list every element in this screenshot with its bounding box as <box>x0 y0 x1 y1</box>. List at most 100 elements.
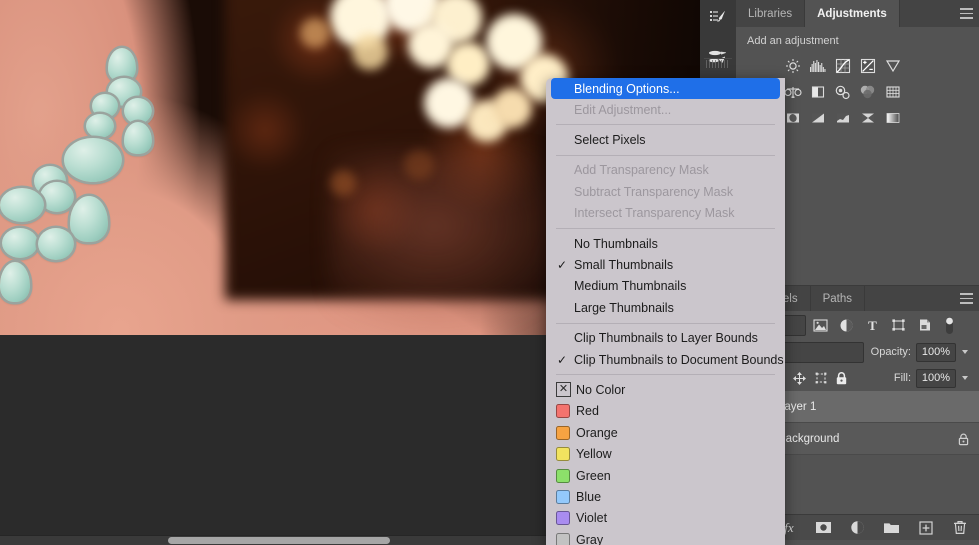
menu-item-small-thumbnails[interactable]: ✓ Small Thumbnails <box>546 254 785 275</box>
brightness-contrast-icon[interactable] <box>780 54 805 78</box>
channel-mixer-icon[interactable] <box>855 80 880 104</box>
menu-separator <box>556 154 775 156</box>
menu-item-color-yellow[interactable]: Yellow <box>546 443 785 464</box>
menu-item-color-violet[interactable]: Violet <box>546 508 785 529</box>
necklace-gem <box>70 196 108 242</box>
adjustment-icon-row-1[interactable] <box>736 53 979 79</box>
menu-item-medium-thumbnails[interactable]: Medium Thumbnails <box>546 276 785 297</box>
menu-item-color-red[interactable]: Red <box>546 401 785 422</box>
filter-toggle-icon[interactable] <box>941 316 957 335</box>
color-swatch-violet <box>556 511 570 526</box>
bokeh-light <box>300 18 330 48</box>
menu-item-label: Blue <box>576 489 602 504</box>
bokeh-light <box>492 88 532 128</box>
lock-icon <box>957 432 971 446</box>
menu-item-no-thumbnails[interactable]: No Thumbnails <box>546 233 785 254</box>
menu-separator <box>556 124 775 126</box>
lock-position-icon[interactable] <box>789 368 810 389</box>
adjustments-tabbar[interactable]: Libraries Adjustments <box>736 0 979 27</box>
delete-layer-icon[interactable] <box>950 518 970 538</box>
menu-item-label: Green <box>576 468 611 483</box>
opacity-value[interactable]: 100% <box>916 342 956 362</box>
menu-item-label: Clip Thumbnails to Document Bounds <box>574 352 784 367</box>
menu-item-label: Orange <box>576 425 618 440</box>
photo-filter-icon[interactable] <box>830 80 855 104</box>
menu-item-clip-thumbnails-layer-bounds[interactable]: Clip Thumbnails to Layer Bounds <box>546 328 785 349</box>
gradient-map-icon[interactable] <box>880 106 905 130</box>
necklace-gem <box>124 98 152 124</box>
layer-name: Background <box>778 432 840 445</box>
menu-item-color-orange[interactable]: Orange <box>546 422 785 443</box>
brush-settings-icon[interactable] <box>700 2 736 34</box>
selective-color-icon[interactable] <box>855 106 880 130</box>
filter-shape-icon[interactable] <box>887 315 910 336</box>
menu-item-intersect-transparency-mask: Intersect Transparency Mask <box>574 206 735 221</box>
tool-strip-divider <box>704 58 732 59</box>
panel-menu-icon[interactable] <box>960 8 973 19</box>
filter-type-icon[interactable]: T <box>861 315 884 336</box>
menu-item-color-blue[interactable]: Blue <box>546 486 785 507</box>
menu-item-label: Gray <box>576 532 604 545</box>
black-white-icon[interactable] <box>805 80 830 104</box>
necklace-gem <box>2 228 38 258</box>
color-swatch-green <box>556 468 570 483</box>
color-swatch-red <box>556 404 570 419</box>
bokeh-light <box>330 170 356 196</box>
necklace-gem <box>124 122 152 154</box>
layer-thumbnail-context-menu[interactable]: Blending Options... Edit Adjustment... S… <box>546 78 785 545</box>
bokeh-light <box>352 34 388 70</box>
add-layer-mask-icon[interactable] <box>813 518 833 538</box>
necklace-gem <box>40 182 74 212</box>
opacity-chevron-icon[interactable] <box>956 344 973 361</box>
menu-separator <box>556 322 775 324</box>
new-layer-icon[interactable] <box>916 518 936 538</box>
tab-adjustments[interactable]: Adjustments <box>805 0 900 27</box>
levels-icon[interactable] <box>805 54 830 78</box>
menu-item-add-transparency-mask: Add Transparency Mask <box>574 163 709 178</box>
menu-separator <box>556 374 775 376</box>
fill-value[interactable]: 100% <box>916 368 956 388</box>
color-swatch-yellow <box>556 447 570 462</box>
new-adjustment-layer-icon[interactable] <box>847 518 867 538</box>
panel-grip <box>706 60 730 68</box>
vibrance-icon[interactable] <box>880 54 905 78</box>
fill-chevron-icon[interactable] <box>956 370 973 387</box>
menu-item-blending-options[interactable]: Blending Options... <box>551 78 780 99</box>
filter-adjustment-icon[interactable] <box>835 315 858 336</box>
menu-item-label: Small Thumbnails <box>574 258 674 273</box>
curves-icon[interactable] <box>830 54 855 78</box>
tab-libraries[interactable]: Libraries <box>736 0 806 27</box>
menu-item-color-green[interactable]: Green <box>546 465 785 486</box>
menu-item-subtract-transparency-mask: Subtract Transparency Mask <box>574 184 734 199</box>
add-an-adjustment-label: Add an adjustment <box>747 35 839 47</box>
threshold-icon[interactable] <box>830 106 855 130</box>
menu-item-large-thumbnails[interactable]: Large Thumbnails <box>546 297 785 318</box>
color-swatch-blue <box>556 489 570 504</box>
photoshop-window: Libraries Adjustments Add an adjustment <box>0 0 979 545</box>
new-group-icon[interactable] <box>882 518 902 538</box>
layer-name: Layer 1 <box>778 400 817 413</box>
menu-separator <box>556 227 775 229</box>
fill-label: Fill: <box>893 372 911 384</box>
panel-menu-icon[interactable] <box>960 293 973 304</box>
necklace-gem <box>86 114 114 138</box>
tab-paths[interactable]: Paths <box>810 286 866 311</box>
menu-item-color-gray[interactable]: Gray <box>546 529 785 545</box>
menu-item-clip-thumbnails-document-bounds[interactable]: ✓ Clip Thumbnails to Document Bounds <box>546 349 785 370</box>
lock-all-icon[interactable] <box>831 368 852 389</box>
exposure-icon[interactable] <box>855 54 880 78</box>
necklace-gem <box>0 188 44 222</box>
horizontal-scrollbar-thumb[interactable] <box>168 537 390 544</box>
necklace-gem <box>38 228 74 260</box>
menu-item-color-no-color[interactable]: ✕ No Color <box>546 379 785 400</box>
svg-text:T: T <box>868 318 877 332</box>
necklace-gem <box>108 48 136 82</box>
color-lookup-icon[interactable] <box>880 80 905 104</box>
menu-item-edit-adjustment: Edit Adjustment... <box>574 102 672 117</box>
lock-artboard-icon[interactable] <box>810 368 831 389</box>
posterize-icon[interactable] <box>805 106 830 130</box>
filter-pixel-icon[interactable] <box>809 315 832 336</box>
bokeh-light <box>404 150 434 180</box>
menu-item-select-pixels[interactable]: Select Pixels <box>546 129 785 150</box>
filter-smart-object-icon[interactable] <box>913 315 936 336</box>
